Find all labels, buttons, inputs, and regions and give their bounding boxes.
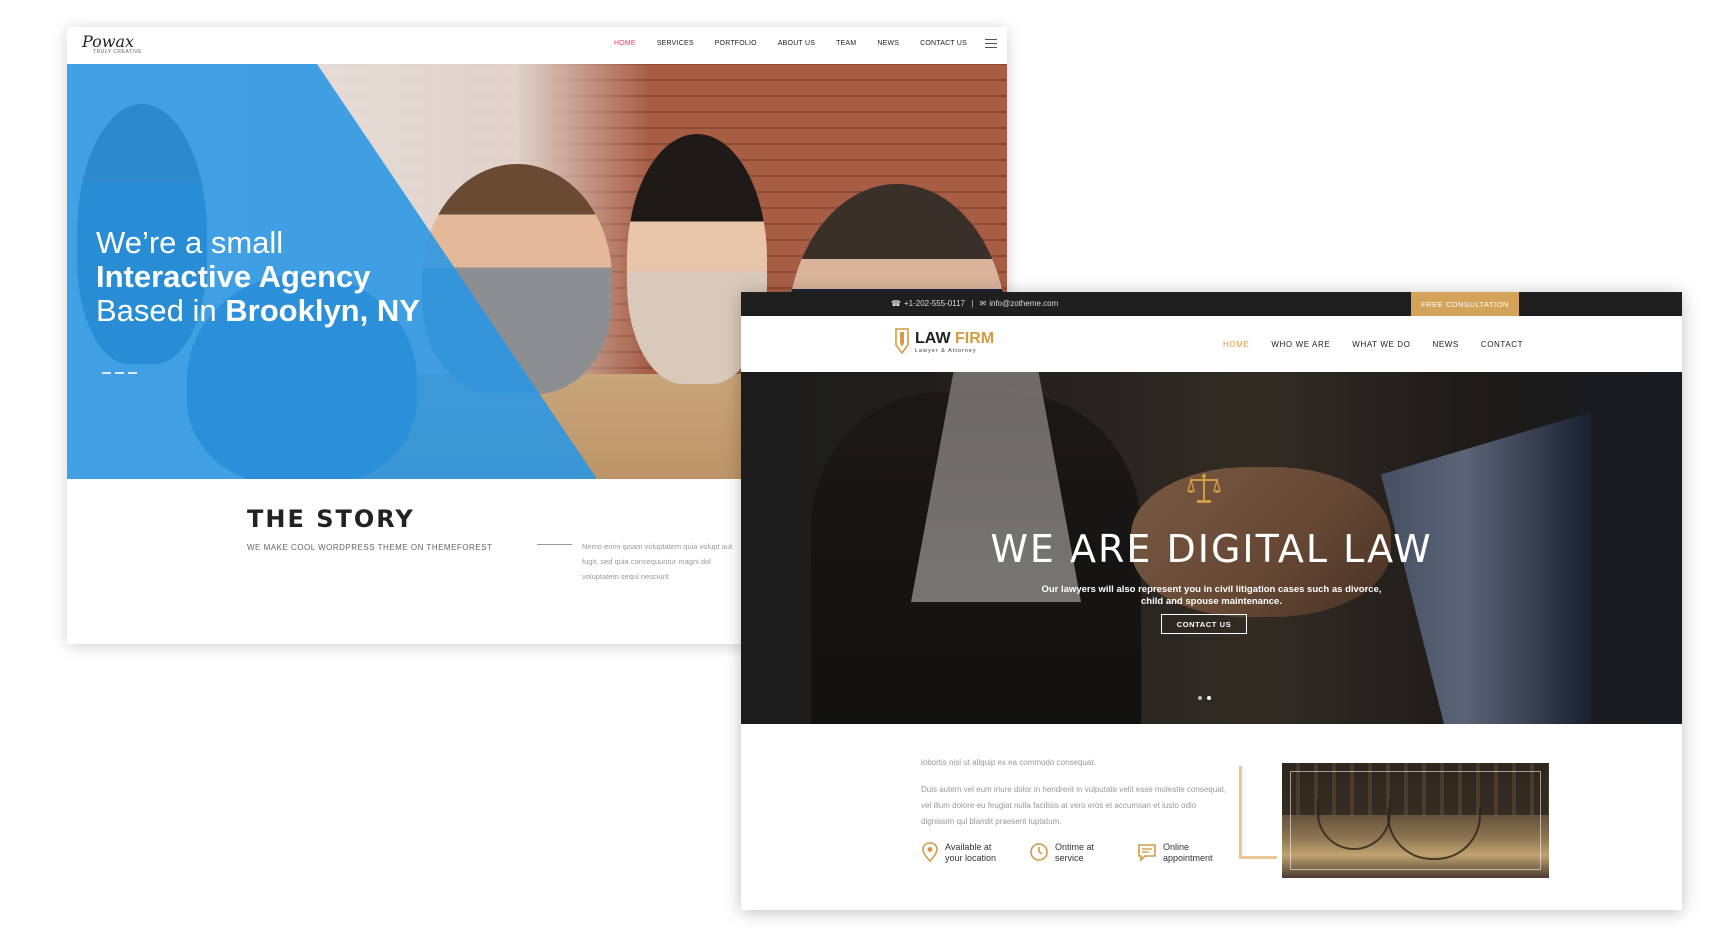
powax-nav-about-us[interactable]: ABOUT US [778, 40, 815, 47]
powax-header: Powax TRULY CREATIVE HOME SERVICES PORTF… [67, 27, 1007, 65]
powax-nav-news[interactable]: NEWS [877, 40, 899, 47]
topbar-email[interactable]: info@zotheme.com [989, 299, 1058, 308]
envelope-icon: ✉ [979, 299, 987, 308]
lawfirm-logo[interactable]: LAW FIRM [915, 330, 994, 348]
free-consultation-button[interactable]: FREE CONSULTATION [1411, 292, 1519, 316]
hero-slider-dots [1198, 696, 1211, 700]
logo-word-firm: FIRM [955, 330, 995, 347]
lawfirm-nav-home[interactable]: HOME [1223, 340, 1249, 349]
topbar-contact: ☎ +1-202-555-0117 | ✉ info@zotheme.com [891, 299, 1058, 308]
phone-icon: ☎ [891, 299, 901, 308]
contact-us-button[interactable]: CONTACT US [1161, 614, 1247, 634]
hero-slider-indicator[interactable] [102, 372, 137, 374]
lawfirm-nav-news[interactable]: NEWS [1432, 340, 1458, 349]
hero-headline: We’re a small Interactive Agency Based i… [96, 226, 420, 328]
lawfirm-nav-what-we-do[interactable]: WHAT WE DO [1352, 340, 1410, 349]
powax-nav: HOME SERVICES PORTFOLIO ABOUT US TEAM NE… [614, 40, 967, 47]
clock-icon [1030, 843, 1048, 861]
image-accent-frame [1239, 766, 1277, 859]
feature-appointment: Online appointment [1137, 842, 1227, 864]
slider-dot-2[interactable] [1207, 696, 1211, 700]
features-list: Available at your location Ontime at ser… [921, 842, 1227, 864]
feature-location: Available at your location [921, 842, 1011, 864]
about-paragraph-2: Duis autem vel eum iriure dolor in hendr… [921, 785, 1227, 826]
feature-appointment-label: Online appointment [1163, 842, 1213, 863]
hero-description: Our lawyers will also represent you in c… [1041, 584, 1382, 607]
courtroom-scales-image [1282, 763, 1549, 878]
hero-line-1: We’re a small [96, 225, 284, 260]
hero-line-2: Interactive Agency [96, 259, 371, 294]
scales-of-justice-icon [1187, 474, 1221, 503]
powax-tagline: TRULY CREATIVE [93, 49, 142, 55]
lawfirm-nav-who-we-are[interactable]: WHO WE ARE [1271, 340, 1330, 349]
powax-nav-home[interactable]: HOME [614, 40, 636, 47]
chat-icon [1138, 844, 1156, 862]
topbar-phone[interactable]: +1-202-555-0117 [904, 299, 965, 308]
logo-word-law: LAW [915, 330, 951, 347]
slider-dot-1[interactable] [1198, 696, 1202, 700]
hero-line-3-prefix: Based in [96, 293, 226, 328]
image-inner-border [1290, 771, 1541, 870]
about-paragraph-1: lobortis nisl ut aliquip ex ea commodo c… [921, 758, 1096, 767]
lawfirm-nav: HOME WHO WE ARE WHAT WE DO NEWS CONTACT [1223, 340, 1523, 349]
hero-title: WE ARE DIGITAL LAW [990, 527, 1433, 571]
powax-nav-portfolio[interactable]: PORTFOLIO [715, 40, 757, 47]
story-body: Nemo enim ipsam voluptatem quia volupt a… [582, 542, 733, 581]
feature-ontime: Ontime at service [1029, 842, 1119, 864]
logo-subtitle: Lawyer & Attorney [915, 348, 977, 354]
lawfirm-nav-contact[interactable]: CONTACT [1481, 340, 1523, 349]
story-subtitle: WE MAKE COOL WORDPRESS THEME ON THEMEFOR… [247, 543, 493, 552]
story-divider [537, 544, 572, 545]
location-pin-icon [922, 842, 938, 862]
lawfirm-topbar: ☎ +1-202-555-0117 | ✉ info@zotheme.com FRE… [741, 292, 1682, 316]
lawfirm-hero: WE ARE DIGITAL LAW Our lawyers will also… [741, 372, 1682, 724]
hero-line-3-bold: Brooklyn, NY [225, 293, 420, 328]
lawfirm-screenshot: ☎ +1-202-555-0117 | ✉ info@zotheme.com FRE… [741, 292, 1682, 910]
feature-location-label: Available at your location [945, 842, 997, 863]
powax-nav-team[interactable]: TEAM [836, 40, 856, 47]
topbar-separator: | [971, 299, 974, 308]
story-title: THE STORY [247, 505, 415, 533]
feature-ontime-label: Ontime at service [1055, 842, 1095, 863]
hamburger-menu-icon[interactable] [985, 39, 997, 51]
lawfirm-header: LAW FIRM Lawyer & Attorney HOME WHO WE A… [741, 316, 1682, 372]
powax-nav-services[interactable]: SERVICES [657, 40, 694, 47]
shield-logo-icon [895, 328, 909, 354]
powax-nav-contact-us[interactable]: CONTACT US [920, 40, 967, 47]
